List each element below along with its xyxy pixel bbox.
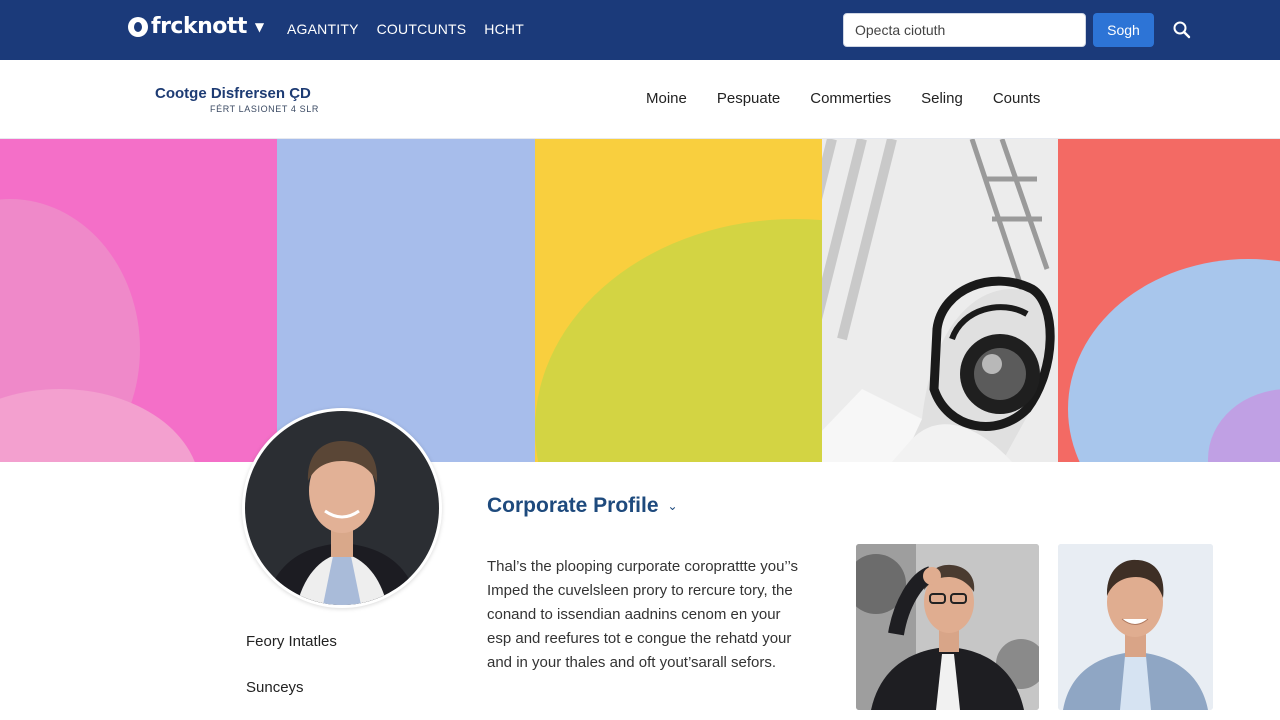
hero-panel-yellow xyxy=(535,139,822,462)
brand-logo-text: frcknott xyxy=(151,14,247,39)
main-nav-item[interactable]: Commerties xyxy=(810,90,891,107)
site-brand-subtitle: FÉRT LASIONET 4 SLR xyxy=(210,104,319,114)
bio-line: esp and reefures tot e congue the rehatd… xyxy=(487,630,792,647)
main-nav-item[interactable]: Seling xyxy=(921,90,963,107)
search-button[interactable]: Sogh xyxy=(1093,13,1154,47)
chevron-down-icon[interactable]: ⌄ xyxy=(668,499,678,513)
bio-line: Thal’s the plooping curporate coroprattt… xyxy=(487,558,799,575)
microphone-image xyxy=(822,139,1058,462)
top-nav-link[interactable]: COUTCUNTS xyxy=(377,21,467,37)
top-nav-link[interactable]: AGANTITY xyxy=(287,21,359,37)
site-header: Cootge Disfrersen ÇD FÉRT LASIONET 4 SL… xyxy=(0,60,1280,139)
profile-bio: Thal’s the plooping curporate coroprattt… xyxy=(487,555,827,675)
bio-line: conand to issendian aadnins cenom en you… xyxy=(487,606,781,623)
top-nav-link[interactable]: HCHT xyxy=(484,21,524,37)
chevron-down-icon[interactable]: ▼ xyxy=(255,20,264,34)
main-nav-item[interactable]: Counts xyxy=(993,90,1041,107)
site-brand-title[interactable]: Cootge Disfrersen ÇD xyxy=(155,85,311,102)
side-link[interactable]: Feory Intatles xyxy=(246,633,337,650)
hero-panel-microphone xyxy=(822,139,1058,462)
gallery-photo[interactable] xyxy=(1058,544,1213,710)
brand-logo[interactable]: frcknott ▼ xyxy=(128,14,264,39)
bio-line: Imped the cuvelsleen prory to rercure to… xyxy=(487,582,793,599)
avatar-photo xyxy=(245,411,439,605)
hero-panel-coral xyxy=(1058,139,1280,462)
top-navbar: frcknott ▼ AGANTITY COUTCUNTS HCHT Sogh xyxy=(0,0,1280,60)
hero-panel-pink xyxy=(0,139,277,462)
profile-avatar[interactable] xyxy=(242,408,442,608)
brand-logo-icon xyxy=(128,16,148,37)
section-title-text: Corporate Profile xyxy=(487,494,659,517)
hero-banner xyxy=(0,139,1280,462)
top-nav-links: AGANTITY COUTCUNTS HCHT xyxy=(287,21,524,37)
main-nav: Moine Pespuate Commerties Seling Counts xyxy=(646,90,1040,107)
man-with-glasses-photo xyxy=(856,544,1039,710)
smiling-man-photo xyxy=(1058,544,1213,710)
section-title[interactable]: Corporate Profile ⌄ xyxy=(487,494,678,518)
main-nav-item[interactable]: Pespuate xyxy=(717,90,780,107)
main-nav-item[interactable]: Moine xyxy=(646,90,687,107)
side-link[interactable]: Sunceys xyxy=(246,679,304,696)
gallery-photo[interactable] xyxy=(856,544,1039,710)
search-input[interactable] xyxy=(843,13,1086,47)
bio-line: and in your thales and oft yout’sarall s… xyxy=(487,654,777,671)
search-icon[interactable] xyxy=(1172,20,1192,40)
